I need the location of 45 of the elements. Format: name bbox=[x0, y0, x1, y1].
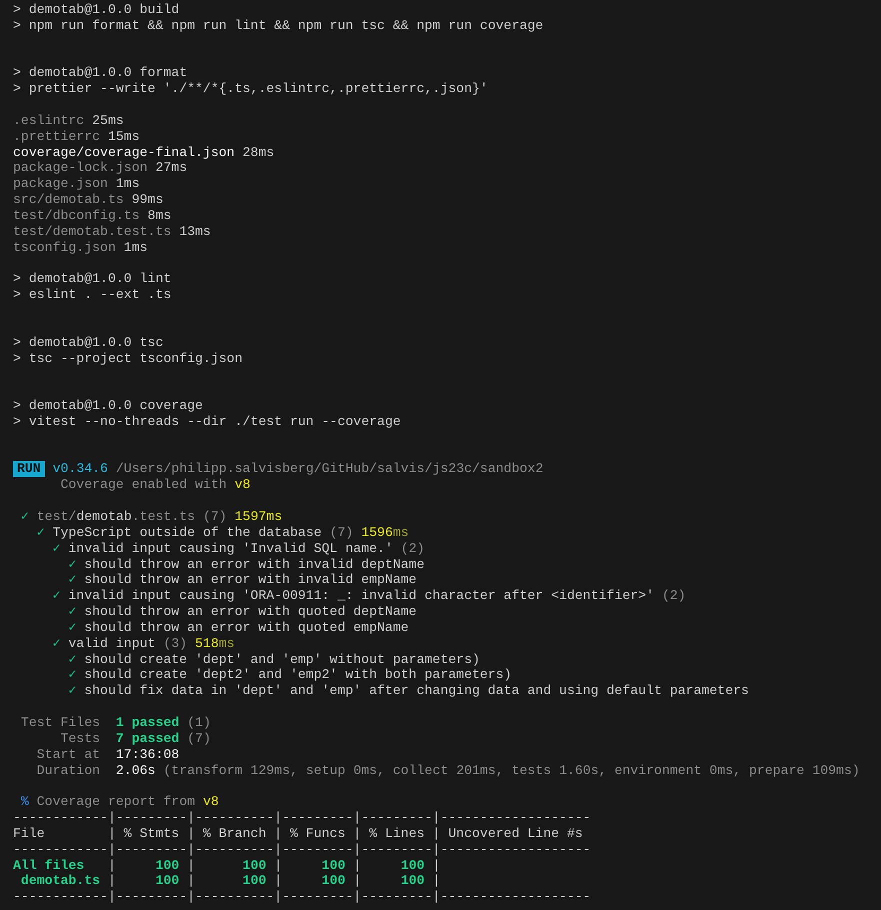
test-result-line: ✓ should throw an error with invalid empName bbox=[68, 572, 417, 588]
table-line: ------------|---------|----------|---------|---------|------------------- bbox=[13, 842, 591, 858]
test-result-line: ✓ invalid input causing 'Invalid SQL name.' (2) bbox=[52, 540, 425, 557]
output-line: test/demotab.test.ts 13ms bbox=[13, 224, 211, 240]
output-line: .eslintrc 25ms bbox=[13, 112, 124, 129]
output-line: tsconfig.json 1ms bbox=[13, 240, 148, 256]
output-line: > demotab@1.0.0 lint bbox=[13, 271, 172, 288]
test-result-line: ✓ TypeScript outside of the database (7) 1596ms bbox=[36, 524, 409, 541]
output-line: package-lock.json 27ms bbox=[13, 160, 188, 176]
test-result-line: ✓ valid input (3) 518ms bbox=[52, 636, 235, 652]
output-line: > prettier --write './**/*{.ts,.eslintrc,.prettierrc,.json}' bbox=[13, 81, 488, 98]
output-line: > demotab@1.0.0 build bbox=[13, 2, 180, 18]
test-result-line: ✓ should throw an error with quoted empName bbox=[68, 620, 409, 636]
test-result-line: ✓ test/demotab.test.ts (7) 1597ms bbox=[20, 509, 282, 525]
output-line: Coverage enabled with v8 bbox=[59, 477, 250, 494]
output-line: src/demotab.ts 99ms bbox=[13, 192, 164, 208]
test-result-line: ✓ should create 'dept' and 'emp' without parameters) bbox=[68, 652, 480, 668]
table-line: File | % Stmts | % Branch | % Funcs | % Lines | Uncovered Line #s bbox=[13, 826, 584, 842]
output-line: Start at 17:36:08 bbox=[36, 746, 180, 762]
output-line: v0.34.6 /Users/philipp.salvisberg/GitHub/salvis/js23c/sandbox2 bbox=[52, 461, 544, 478]
output-line: > demotab@1.0.0 format bbox=[13, 65, 188, 82]
table-line: demotab.ts | 100 | 100 | 100 | 100 | bbox=[20, 873, 440, 890]
output-line: > tsc --project tsconfig.json bbox=[13, 350, 242, 366]
output-line: % Coverage report from v8 bbox=[20, 794, 219, 810]
output-line: test/dbconfig.ts 8ms bbox=[13, 208, 172, 224]
output-line: Tests 7 passed (7) bbox=[59, 730, 211, 747]
test-result-line: ✓ should create 'dept2' and 'emp2' with both parameters) bbox=[68, 667, 512, 684]
run-badge: RUN bbox=[13, 461, 45, 478]
table-line: ------------|---------|----------|---------|---------|------------------- bbox=[13, 889, 591, 906]
test-result-line: ✓ invalid input causing 'ORA-00911: _: invalid character after <identifier>' (2) bbox=[52, 588, 686, 604]
output-line: .prettierrc 15ms bbox=[13, 128, 140, 145]
test-result-line: ✓ should throw an error with quoted deptName bbox=[68, 604, 417, 620]
output-line: > demotab@1.0.0 coverage bbox=[13, 398, 203, 414]
table-line: All files | 100 | 100 | 100 | 100 | bbox=[13, 858, 440, 874]
output-line: > demotab@1.0.0 tsc bbox=[13, 334, 164, 351]
table-line: ------------|---------|----------|---------|---------|------------------- bbox=[13, 810, 591, 826]
output-line: > eslint . --ext .ts bbox=[13, 287, 172, 304]
output-line: Duration 2.06s (transform 129ms, setup 0ms, collect 201ms, tests 1.60s, environment 0ms, prepare 109ms) bbox=[36, 762, 860, 778]
output-line: > vitest --no-threads --dir ./test run --coverage bbox=[13, 414, 401, 430]
output-line: package.json 1ms bbox=[13, 176, 140, 192]
output-line: > npm run format && npm run lint && npm run tsc && npm run coverage bbox=[13, 18, 544, 34]
output-line: coverage/coverage-final.json 28ms bbox=[13, 144, 274, 160]
test-result-line: ✓ should throw an error with invalid deptName bbox=[68, 556, 424, 572]
output-line: Test Files 1 passed (1) bbox=[20, 714, 211, 731]
test-result-line: ✓ should fix data in 'dept' and 'emp' after changing data and using default parameters bbox=[68, 683, 749, 700]
